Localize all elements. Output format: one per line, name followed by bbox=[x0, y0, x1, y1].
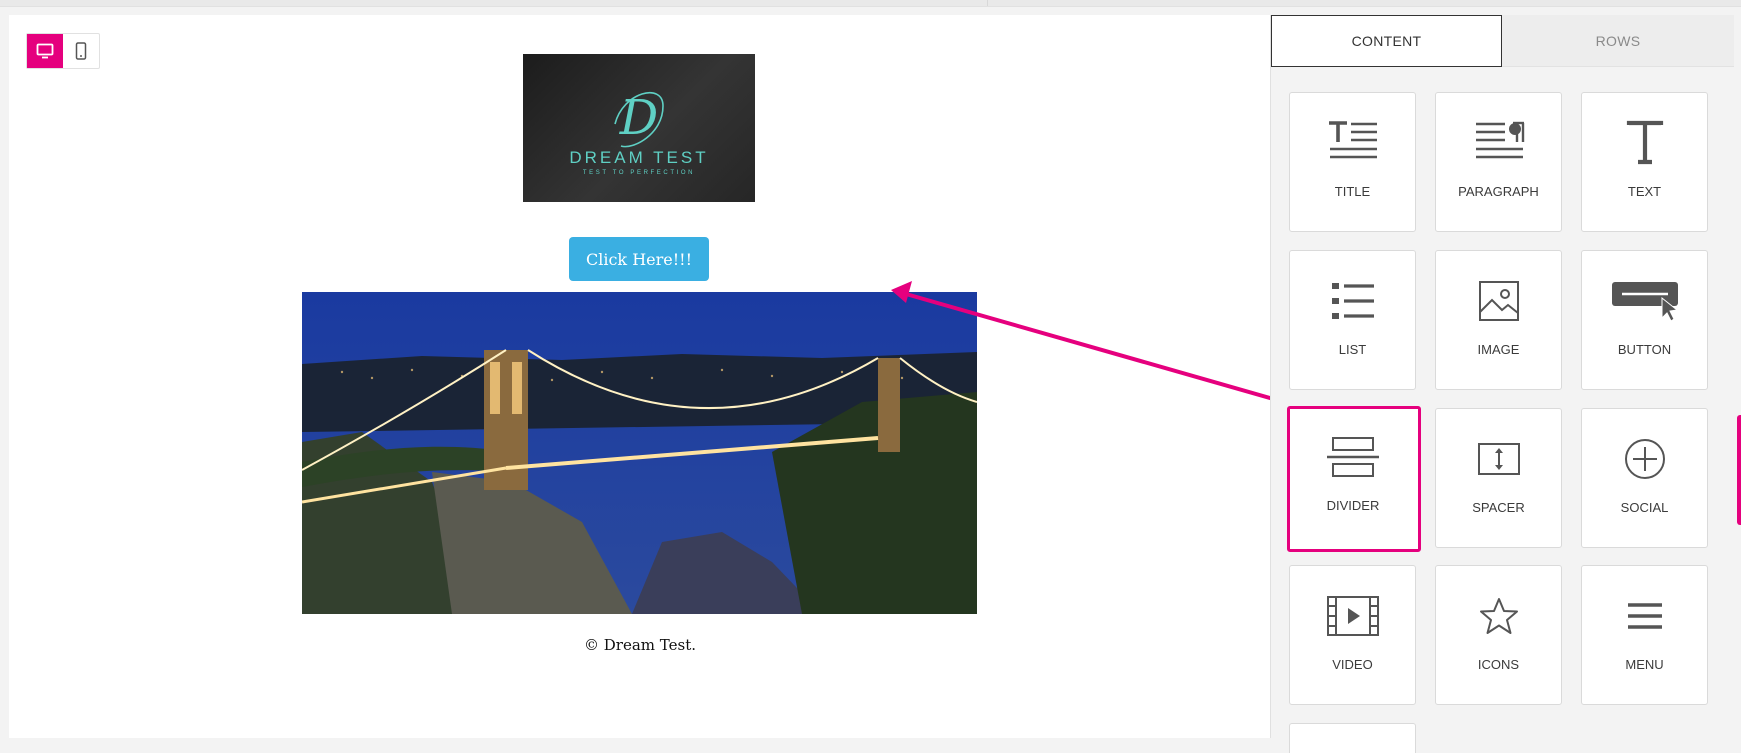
desktop-view-button[interactable] bbox=[27, 34, 63, 68]
svg-text:D: D bbox=[619, 90, 658, 146]
menu-icon bbox=[1582, 586, 1707, 646]
tile-icons[interactable]: ICONS bbox=[1435, 565, 1562, 705]
hero-image[interactable] bbox=[302, 292, 977, 614]
desktop-icon bbox=[36, 43, 54, 59]
tile-label: SPACER bbox=[1472, 500, 1525, 515]
list-icon bbox=[1290, 271, 1415, 331]
spacer-icon bbox=[1436, 429, 1561, 489]
image-icon bbox=[1436, 271, 1561, 331]
tile-social[interactable]: SOCIAL bbox=[1581, 408, 1708, 548]
tab-rows[interactable]: ROWS bbox=[1502, 15, 1734, 67]
star-icon bbox=[1436, 586, 1561, 646]
paragraph-icon bbox=[1436, 113, 1561, 173]
tile-image[interactable]: IMAGE bbox=[1435, 250, 1562, 390]
button-icon bbox=[1582, 271, 1707, 331]
tile-label: MENU bbox=[1625, 657, 1664, 672]
tile-label: TITLE bbox=[1334, 184, 1371, 199]
social-icon bbox=[1582, 429, 1707, 489]
tile-label: ICONS bbox=[1477, 657, 1520, 672]
tile-label: PARAGRAPH bbox=[1458, 184, 1539, 199]
tile-label: DIVIDER bbox=[1326, 498, 1380, 513]
tile-label: IMAGE bbox=[1477, 342, 1520, 357]
tile-text[interactable]: TEXT bbox=[1581, 92, 1708, 232]
tile-label: SOCIAL bbox=[1620, 500, 1669, 515]
logo-monogram: D bbox=[614, 90, 664, 148]
tile-video[interactable]: VIDEO bbox=[1289, 565, 1416, 705]
title-icon bbox=[1290, 113, 1415, 173]
top-strip bbox=[0, 0, 1741, 7]
bridge-photo bbox=[302, 292, 977, 614]
tile-button[interactable]: BUTTON bbox=[1581, 250, 1708, 390]
divider-icon bbox=[1288, 427, 1418, 487]
view-toggle bbox=[26, 33, 100, 69]
tile-label: LIST bbox=[1338, 342, 1367, 357]
tab-content[interactable]: CONTENT bbox=[1271, 15, 1502, 67]
logo-brand: DREAM TEST bbox=[569, 148, 709, 167]
side-drawer-tab[interactable] bbox=[1737, 415, 1741, 525]
tile-label: BUTTON bbox=[1617, 342, 1672, 357]
text-icon bbox=[1582, 113, 1707, 173]
content-panel: CONTENT ROWS TITLE PARAGRAPH TEXT LIST I… bbox=[1270, 15, 1734, 753]
mobile-view-button[interactable] bbox=[63, 34, 99, 68]
tile-partial[interactable] bbox=[1289, 723, 1416, 753]
tile-list[interactable]: LIST bbox=[1289, 250, 1416, 390]
cta-button[interactable]: Click Here!!! bbox=[569, 237, 709, 281]
tile-title[interactable]: TITLE bbox=[1289, 92, 1416, 232]
tile-label: TEXT bbox=[1627, 184, 1662, 199]
tile-divider[interactable]: DIVIDER bbox=[1287, 406, 1421, 552]
tile-menu[interactable]: MENU bbox=[1581, 565, 1708, 705]
logo-tagline: TEST TO PERFECTION bbox=[582, 170, 696, 176]
video-icon bbox=[1290, 586, 1415, 646]
footer-text: © Dream Test. bbox=[584, 636, 696, 654]
top-strip-divider bbox=[987, 0, 988, 6]
mobile-icon bbox=[75, 42, 87, 60]
tile-paragraph[interactable]: PARAGRAPH bbox=[1435, 92, 1562, 232]
tile-spacer[interactable]: SPACER bbox=[1435, 408, 1562, 548]
tile-label: VIDEO bbox=[1332, 657, 1373, 672]
logo-image[interactable]: D DREAM TEST TEST TO PERFECTION bbox=[523, 54, 755, 202]
